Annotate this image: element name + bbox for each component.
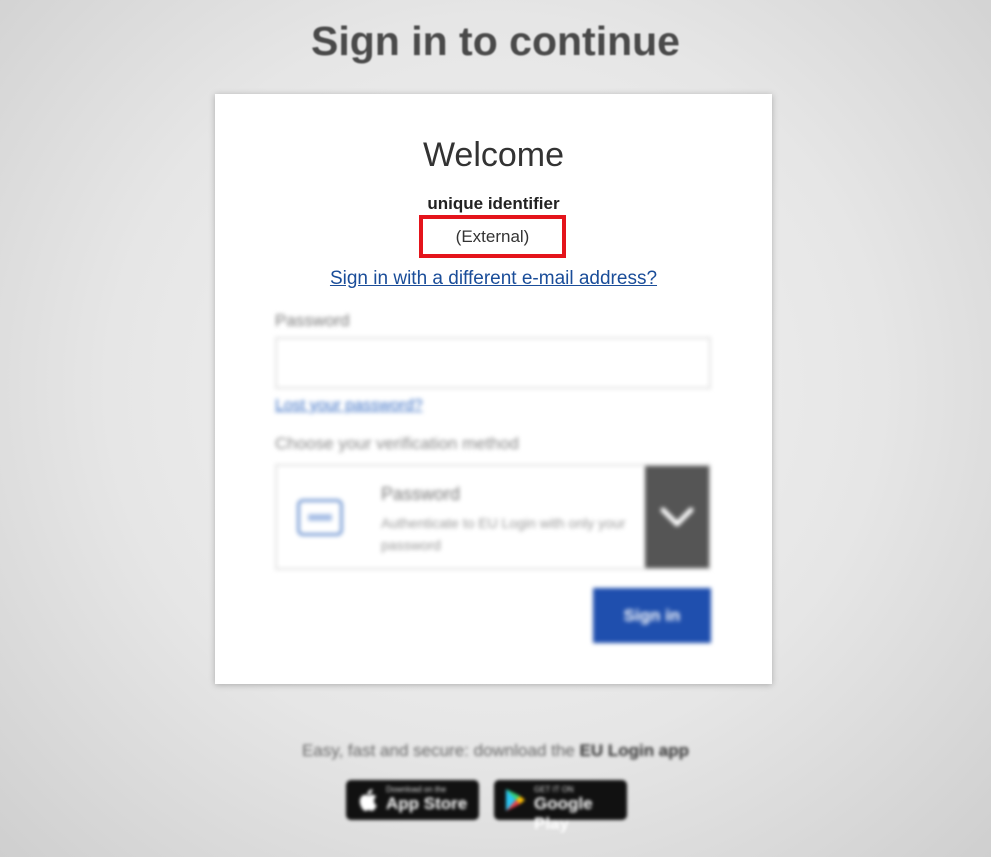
password-input[interactable] [275,337,711,389]
app-promo-text: Easy, fast and secure: download the EU L… [0,741,991,761]
welcome-heading: Welcome [422,136,565,174]
promo-text: Easy, fast and secure: download the [301,741,580,760]
method-title: Password [381,484,461,504]
google-play-icon [506,789,525,811]
google-play-big-text: Google Play [534,794,593,833]
google-play-badge[interactable]: GET IT ON Google Play [494,780,627,833]
account-type-label: (External) [455,226,530,246]
password-label: Password [275,311,350,330]
apple-icon [359,789,377,811]
verification-method-select[interactable]: Password Authenticate to EU Login with o… [275,464,711,570]
method-description: Authenticate to EU Login with only your … [381,515,626,553]
page-title: Sign in to continue [311,18,680,64]
app-store-small-text: Download on the [386,785,447,794]
app-store-big-text: App Store [386,794,468,813]
verification-method-label: Choose your verification method [275,434,519,453]
method-dropdown-toggle[interactable] [645,466,709,568]
password-card-icon [297,499,343,536]
account-type-highlight: (External) [419,215,566,258]
promo-app-name: EU Login app [579,741,690,760]
app-store-badge[interactable]: Download on the App Store [346,780,479,820]
user-identifier: unique identifier [427,194,560,213]
chevron-down-icon [660,507,694,527]
google-play-small-text: GET IT ON [534,785,574,794]
sign-in-button[interactable]: Sign in [593,588,711,643]
different-email-link[interactable]: Sign in with a different e-mail address? [215,268,772,290]
lost-password-link[interactable]: Lost your password? [275,397,423,415]
login-card: Welcome unique identifier (External) Sig… [215,94,772,684]
